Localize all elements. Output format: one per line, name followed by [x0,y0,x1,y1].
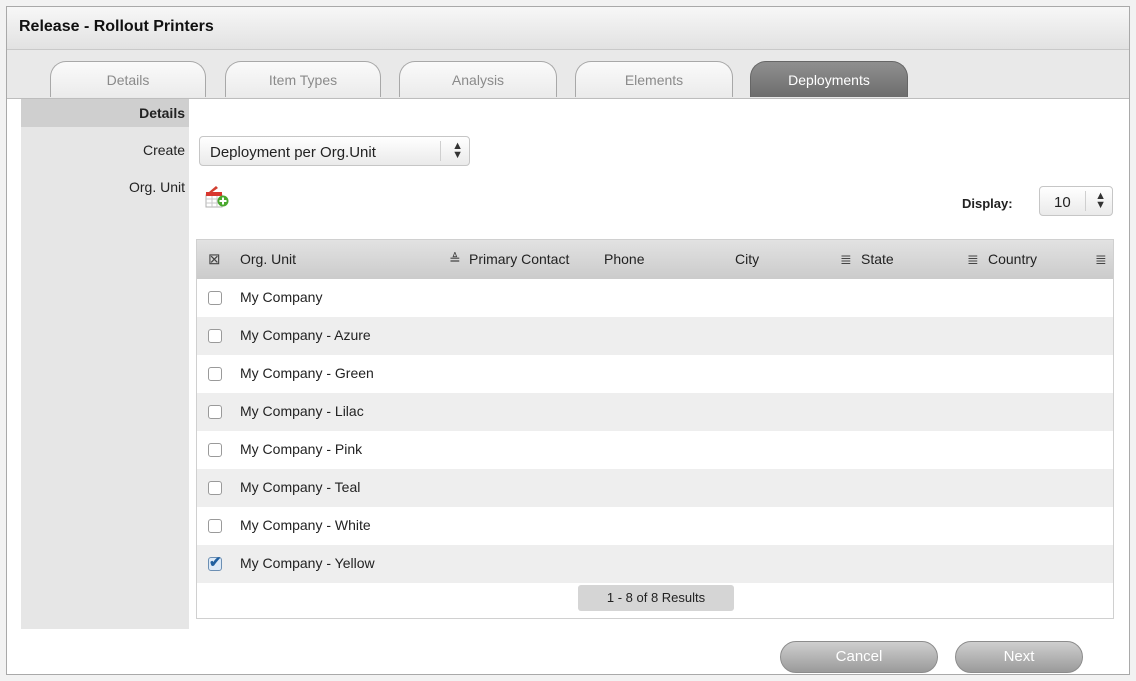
org-unit-cell: My Company - Green [240,365,374,381]
next-button[interactable]: Next [955,641,1083,673]
tab-item-types[interactable]: Item Types [225,61,381,97]
org-unit-cell: My Company - Teal [240,479,361,495]
table-row[interactable]: My Company - Green [197,355,1113,393]
table-row[interactable]: My Company [197,279,1113,317]
row-checkbox[interactable] [208,291,222,305]
org-unit-cell: My Company [240,289,323,305]
row-checkbox[interactable] [208,443,222,457]
display-count-value: 10 [1054,194,1071,211]
table-header: ⊠ Org. Unit ≜ Primary Contact Phone City… [197,240,1113,279]
row-checkbox[interactable] [208,519,222,533]
sort-ascending-icon[interactable]: ≜ [449,251,461,268]
column-menu-icon[interactable]: ≣ [967,251,979,268]
org-unit-cell: My Company - White [240,517,371,533]
org-unit-cell: My Company - Lilac [240,403,364,419]
tab-elements[interactable]: Elements [575,61,733,97]
checkmark-icon: ✔ [209,554,222,571]
window-title: Release - Rollout Printers [19,18,214,35]
org-unit-cell: My Company - Pink [240,441,363,457]
org-unit-label: Org. Unit [128,179,185,195]
create-select-value: Deployment per Org.Unit [210,144,376,161]
row-checkbox[interactable] [208,481,222,495]
select-divider [1085,191,1086,211]
tab-bar: Details Item Types Analysis Elements Dep… [7,50,1129,99]
column-phone[interactable]: Phone [604,251,644,267]
column-menu-icon[interactable]: ≣ [840,251,852,268]
table-row[interactable]: My Company - Teal [197,469,1113,507]
select-divider [440,141,441,161]
org-unit-cell: My Company - Azure [240,327,371,343]
release-window: Release - Rollout Printers Details Item … [6,6,1130,675]
deployments-panel: Details Create Org. Unit Deployment per … [7,99,1129,674]
tab-details[interactable]: Details [50,61,206,97]
column-org-unit[interactable]: Org. Unit [240,251,296,267]
results-pager: 1 - 8 of 8 Results [578,585,734,611]
column-city[interactable]: City [735,251,759,267]
row-checkbox[interactable] [208,329,222,343]
select-all-checkbox-icon[interactable]: ⊠ [208,250,221,268]
table-row[interactable]: My Company - Pink [197,431,1113,469]
section-label-details: Details [21,99,189,127]
title-bar: Release - Rollout Printers [7,7,1129,50]
org-unit-table: ⊠ Org. Unit ≜ Primary Contact Phone City… [196,239,1114,619]
cancel-button[interactable]: Cancel [780,641,938,673]
display-count-select[interactable]: 10 ▲ ▼ [1039,186,1113,216]
column-state[interactable]: State [861,251,894,267]
add-org-unit-icon[interactable] [205,185,229,209]
create-select[interactable]: Deployment per Org.Unit ▲ ▼ [199,136,470,166]
tab-analysis[interactable]: Analysis [399,61,557,97]
column-menu-icon[interactable]: ≣ [1095,251,1107,268]
select-arrows-icon: ▲ ▼ [452,140,463,161]
create-label: Create [142,142,185,158]
row-checkbox[interactable] [208,367,222,381]
table-row[interactable]: ✔ My Company - Yellow [197,545,1113,583]
row-checkbox-checked[interactable]: ✔ [208,554,222,571]
display-label: Display: [962,196,1013,211]
table-row[interactable]: My Company - Azure [197,317,1113,355]
tab-deployments[interactable]: Deployments [750,61,908,97]
form-label-column: Details Create Org. Unit [21,99,189,629]
table-row[interactable]: My Company - Lilac [197,393,1113,431]
table-row[interactable]: My Company - White [197,507,1113,545]
column-country[interactable]: Country [988,251,1037,267]
org-unit-cell: My Company - Yellow [240,555,375,571]
row-checkbox[interactable] [208,405,222,419]
column-primary-contact[interactable]: Primary Contact [469,251,569,267]
select-arrows-icon: ▲ ▼ [1095,190,1106,211]
